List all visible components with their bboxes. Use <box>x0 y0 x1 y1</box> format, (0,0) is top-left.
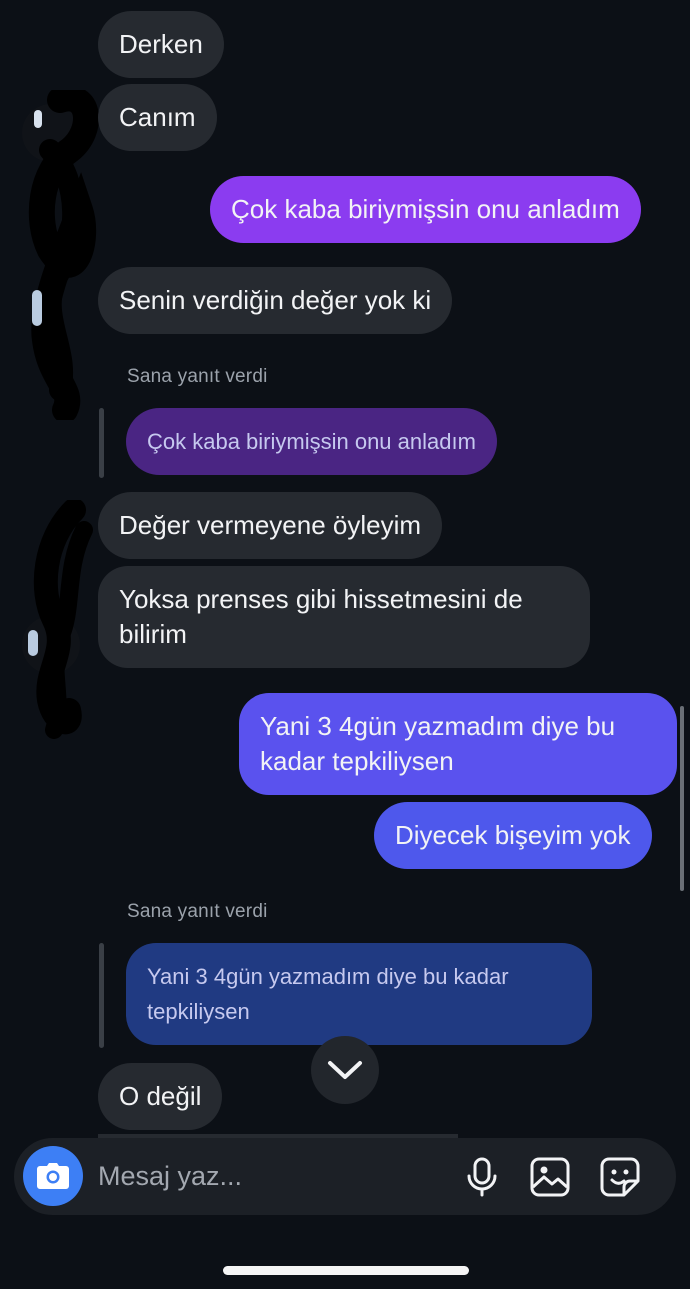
sticker-icon <box>600 1157 640 1197</box>
message-bubble[interactable]: Yoksa prenses gibi hissetmesini de bilir… <box>98 566 590 668</box>
message-bubble[interactable]: O değil <box>98 1063 223 1130</box>
home-indicator[interactable] <box>223 1266 469 1275</box>
microphone-icon <box>467 1157 497 1197</box>
message-bubble[interactable]: Diyecek bişeyim yok <box>374 802 652 869</box>
message-composer <box>14 1138 676 1215</box>
message-input[interactable] <box>98 1138 448 1215</box>
gallery-icon <box>530 1157 570 1197</box>
camera-icon <box>37 1163 69 1189</box>
reply-label: Sana yanıt verdi <box>127 366 268 387</box>
message-bubble[interactable]: Yani 3 4gün yazmadım diye bu kadar tepki… <box>239 693 677 795</box>
scroll-down-button[interactable] <box>311 1036 379 1104</box>
message-bubble[interactable]: Senin verdiğin değer yok ki <box>98 267 453 334</box>
microphone-button[interactable] <box>461 1156 503 1198</box>
chevron-down-icon <box>328 1061 362 1079</box>
redaction-scribble <box>28 90 99 420</box>
camera-button[interactable] <box>23 1146 83 1206</box>
chat-screen: Derken Canım Çok kaba biriymişsin onu an… <box>0 0 690 1289</box>
message-bubble[interactable]: Çok kaba biriymişsin onu anladım <box>210 176 641 243</box>
scrollbar[interactable] <box>680 706 684 891</box>
reply-label: Sana yanıt verdi <box>127 901 268 922</box>
message-bubble[interactable]: Canım <box>98 84 217 151</box>
gallery-button[interactable] <box>529 1156 571 1198</box>
reply-indicator-bar <box>99 408 104 478</box>
message-bubble[interactable]: Derken <box>98 11 224 78</box>
redaction-scribble <box>28 500 93 739</box>
reply-indicator-bar <box>99 943 104 1048</box>
sticker-button[interactable] <box>599 1156 641 1198</box>
message-bubble[interactable]: Değer vermeyene öyleyim <box>98 492 443 559</box>
quoted-message[interactable]: Yani 3 4gün yazmadım diye bu kadar tepki… <box>126 943 592 1045</box>
quoted-message[interactable]: Çok kaba biriymişsin onu anladım <box>126 408 497 475</box>
